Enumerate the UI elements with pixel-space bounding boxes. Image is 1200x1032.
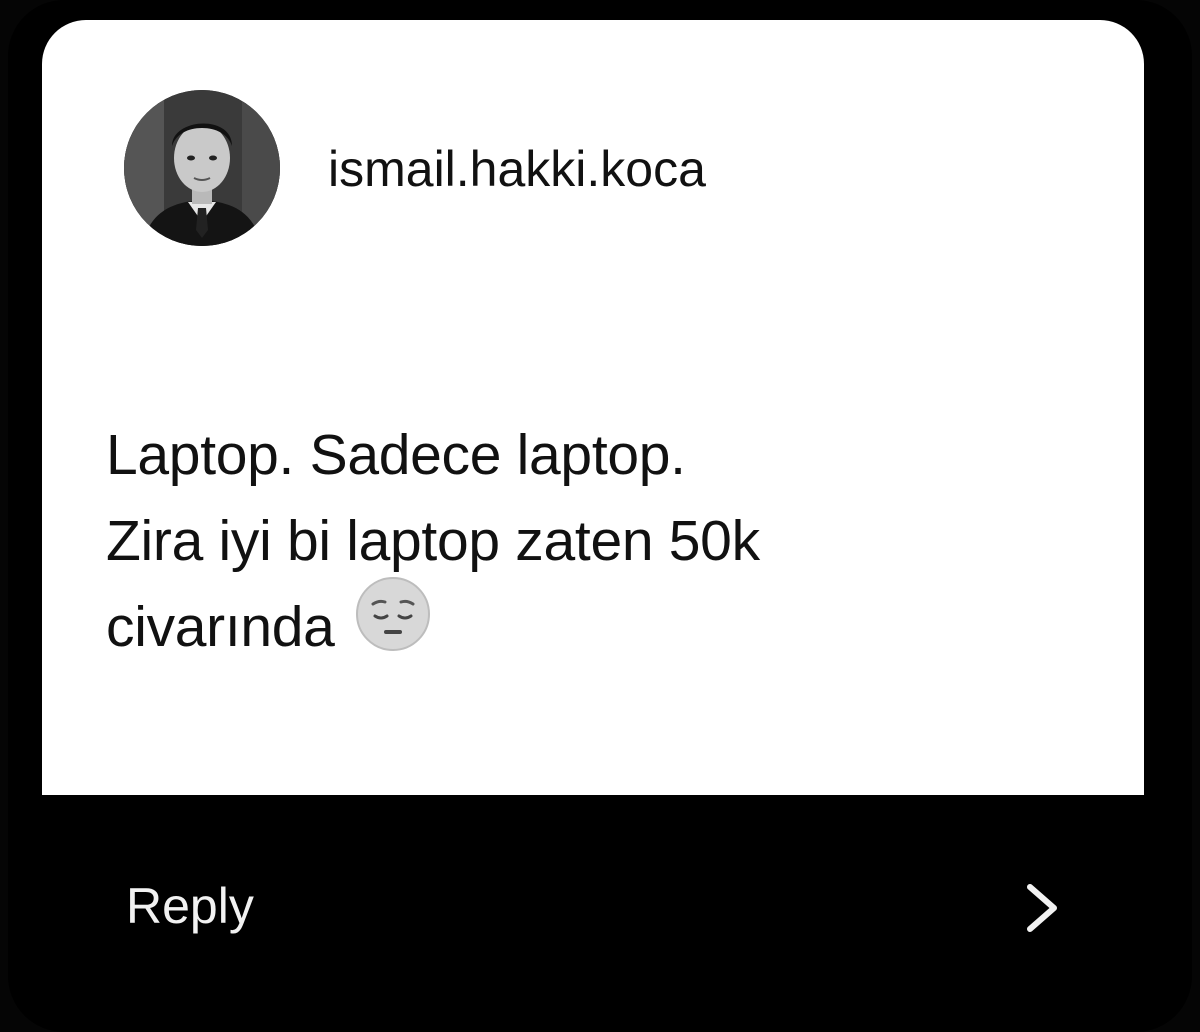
message-line-1: Laptop. Sadece laptop. (106, 423, 686, 487)
pensive-face-emoji (353, 574, 433, 678)
message-line-3: civarında (106, 595, 335, 660)
message-line-3-wrap: civarında (106, 577, 1086, 678)
avatar[interactable] (124, 90, 280, 246)
username[interactable]: ismail.hakki.koca (328, 144, 706, 194)
chevron-right-icon[interactable] (1022, 883, 1062, 933)
message-line-2: Zira iyi bi laptop zaten 50k (106, 509, 760, 573)
screen-background: ismail.hakki.koca Laptop. Sadece laptop.… (0, 0, 1200, 1032)
message-card[interactable]: ismail.hakki.koca Laptop. Sadece laptop.… (42, 20, 1144, 795)
reply-bar[interactable]: Reply (42, 795, 1144, 985)
reply-button-label[interactable]: Reply (126, 881, 254, 931)
message-text: Laptop. Sadece laptop. Zira iyi bi lapto… (106, 412, 1086, 678)
avatar-photo (124, 90, 280, 246)
